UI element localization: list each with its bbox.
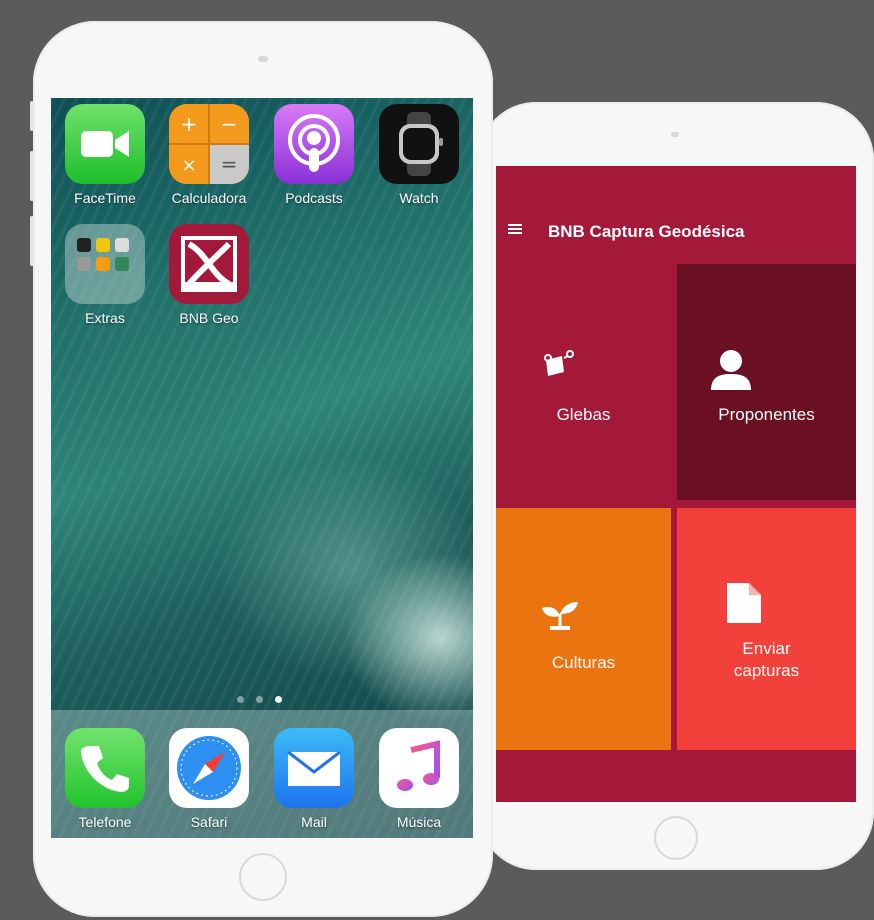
app-bnb-geo[interactable]: BNB Geo bbox=[167, 224, 251, 326]
mail-icon bbox=[274, 728, 354, 808]
app-label: Mail bbox=[301, 814, 327, 830]
tile-label: Proponentes bbox=[718, 405, 815, 424]
page-indicator[interactable] bbox=[237, 690, 294, 708]
app-label: Watch bbox=[399, 190, 439, 206]
app-label: BNB Geo bbox=[179, 310, 239, 326]
volume-up-button bbox=[30, 151, 34, 201]
volume-down-button bbox=[30, 216, 34, 266]
dock: Telefone Safari Mail Música bbox=[51, 710, 473, 838]
sprout-icon bbox=[542, 602, 578, 630]
app-facetime[interactable]: FaceTime bbox=[63, 104, 147, 206]
app-label: FaceTime bbox=[74, 190, 136, 206]
mute-switch bbox=[30, 101, 34, 131]
left-phone-frame: FaceTime + − × = Calculadora Podcasts Wa… bbox=[30, 21, 493, 917]
app-label: Calculadora bbox=[171, 190, 247, 206]
gps-flag-icon bbox=[544, 350, 574, 376]
tile-label-line1: Enviar bbox=[742, 639, 791, 658]
app-label: Podcasts bbox=[285, 190, 343, 206]
page-dot bbox=[237, 696, 244, 703]
svg-text:=: = bbox=[221, 152, 238, 176]
dock-app-phone[interactable]: Telefone bbox=[63, 728, 147, 830]
bnb-geo-icon bbox=[169, 224, 249, 304]
home-screen: FaceTime + − × = Calculadora Podcasts Wa… bbox=[51, 98, 473, 838]
earpiece-speaker bbox=[671, 132, 679, 137]
tile-glebas[interactable]: Glebas bbox=[496, 264, 671, 500]
watch-icon bbox=[379, 104, 459, 184]
page-dot bbox=[256, 696, 263, 703]
app-label: Telefone bbox=[78, 814, 132, 830]
dock-app-mail[interactable]: Mail bbox=[272, 728, 356, 830]
person-icon bbox=[711, 350, 751, 390]
podcasts-icon bbox=[274, 104, 354, 184]
app-extras-folder[interactable]: Extras bbox=[63, 224, 147, 326]
tile-label: Glebas bbox=[556, 405, 611, 424]
facetime-icon bbox=[65, 104, 145, 184]
earpiece-speaker bbox=[258, 56, 268, 62]
music-icon bbox=[379, 728, 459, 808]
app-watch[interactable]: Watch bbox=[377, 104, 461, 206]
svg-text:−: − bbox=[221, 112, 238, 136]
phone-icon bbox=[65, 728, 145, 808]
tile-culturas[interactable]: Culturas bbox=[496, 508, 671, 750]
document-icon bbox=[727, 583, 761, 623]
app-label: Extras bbox=[85, 310, 125, 326]
app-calculator[interactable]: + − × = Calculadora bbox=[167, 104, 251, 206]
folder-icon bbox=[65, 224, 145, 304]
safari-icon bbox=[169, 728, 249, 808]
app-podcasts[interactable]: Podcasts bbox=[272, 104, 356, 206]
svg-text:+: + bbox=[181, 112, 198, 136]
tile-label-line2: capturas bbox=[733, 661, 800, 680]
right-phone-frame: BNB Captura Geodésica Glebas Proponentes bbox=[478, 102, 874, 870]
app-title: BNB Captura Geodésica bbox=[548, 222, 745, 241]
hamburger-menu-icon[interactable] bbox=[508, 224, 522, 234]
tile-proponentes[interactable]: Proponentes bbox=[677, 264, 856, 500]
svg-text:×: × bbox=[181, 155, 196, 176]
page-dot-active bbox=[275, 696, 282, 703]
app-label: Safari bbox=[190, 814, 228, 830]
bnb-app-screen: BNB Captura Geodésica Glebas Proponentes bbox=[496, 166, 856, 802]
app-label: Música bbox=[396, 814, 442, 830]
calculator-icon: + − × = bbox=[169, 104, 249, 184]
home-button[interactable] bbox=[654, 816, 698, 860]
dock-app-music[interactable]: Música bbox=[377, 728, 461, 830]
dock-app-safari[interactable]: Safari bbox=[167, 728, 251, 830]
tile-label: Culturas bbox=[551, 653, 616, 672]
home-button[interactable] bbox=[239, 853, 287, 901]
app-bar: BNB Captura Geodésica bbox=[496, 166, 856, 260]
tile-enviar-capturas[interactable]: Enviar capturas bbox=[677, 508, 856, 750]
